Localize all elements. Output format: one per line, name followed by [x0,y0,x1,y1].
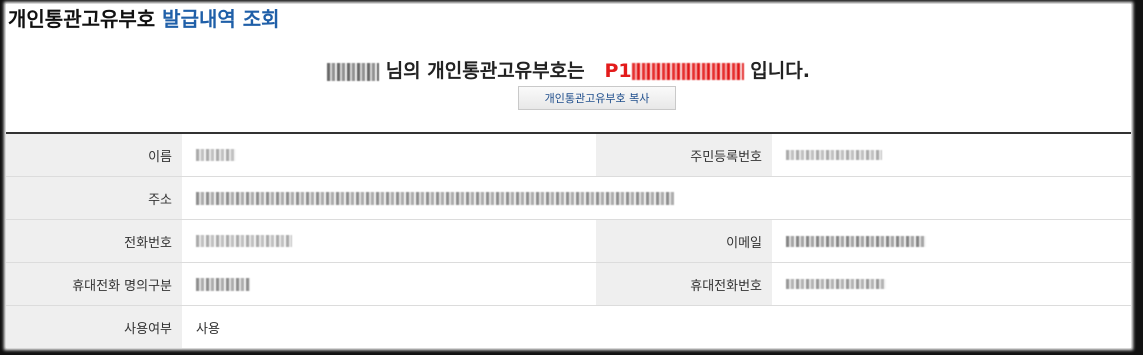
page-frame: 개인통관고유부호 발급내역 조회 님의 개인통관고유부호는 P1 입니다. 개인… [6,4,1131,348]
address-value [182,177,1131,220]
rrn-label: 주민등록번호 [596,134,772,177]
mobile-value [772,263,1131,306]
usage-label: 사용여부 [6,306,182,348]
redacted-address [196,191,674,205]
redacted-email [786,235,926,247]
mobile-owner-value [182,263,596,306]
notice-honorific: 님의 개인통관고유부호는 [385,60,585,82]
page-title: 개인통관고유부호 발급내역 조회 [8,6,280,32]
customs-code-notice: 님의 개인통관고유부호는 P1 입니다. [6,56,1131,83]
copy-customs-code-button[interactable]: 개인통관고유부호 복사 [518,86,676,110]
name-value [182,134,596,177]
redacted-name [196,149,236,161]
mobile-owner-label: 휴대전화 명의구분 [6,263,182,306]
address-label: 주소 [6,177,182,220]
email-value [772,220,1131,263]
usage-value: 사용 [196,322,220,337]
phone-label: 전화번호 [6,220,182,263]
name-label: 이름 [6,134,182,177]
page-title-sub: 발급내역 조회 [162,7,280,31]
redacted-mobile [786,279,886,289]
phone-value [182,220,596,263]
info-table: 이름 주민등록번호 주소 전화번호 이메일 휴대전화 명의구분 휴대전화번호 사… [6,132,1131,348]
redacted-rrn [786,150,882,160]
mobile-label: 휴대전화번호 [596,263,772,306]
redacted-mobile-owner [196,277,250,291]
redacted-phone [196,235,292,247]
notice-suffix: 입니다. [750,60,810,82]
email-label: 이메일 [596,220,772,263]
redacted-customs-code [631,63,744,80]
rrn-value [772,134,1131,177]
customs-code-prefix: P1 [604,60,632,82]
redacted-user-name [327,62,380,81]
page-title-main: 개인통관고유부호 [8,7,156,31]
